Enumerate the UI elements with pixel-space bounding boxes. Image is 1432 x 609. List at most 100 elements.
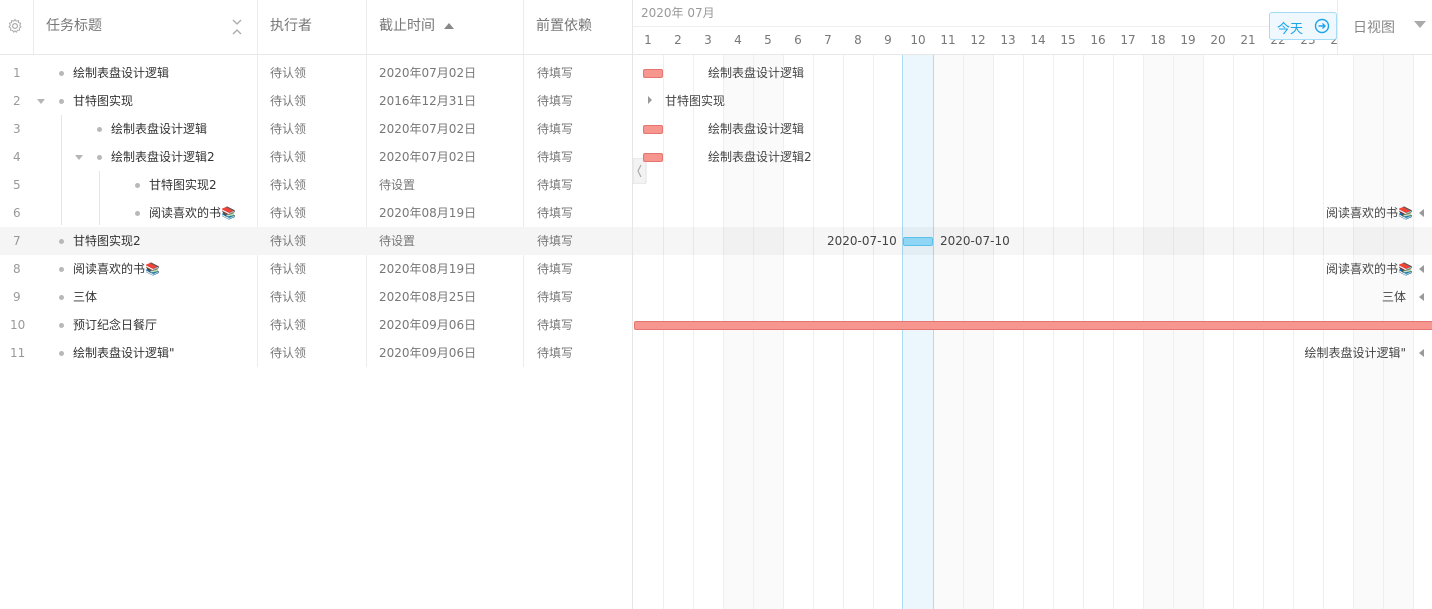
table-row[interactable]: 2 甘特图实现 待认领 2016年12月31日 待填写 <box>0 87 632 115</box>
deadline[interactable]: 2020年08月19日 <box>379 199 476 227</box>
assignee[interactable]: 待认领 <box>270 339 306 367</box>
day-cell: 10 <box>910 33 926 47</box>
table-row[interactable]: 3 绘制表盘设计逻辑 待认领 2020年07月02日 待填写 <box>0 115 632 143</box>
table-row[interactable]: 9 三体 待认领 2020年08月25日 待填写 <box>0 283 632 311</box>
assignee[interactable]: 待认领 <box>270 171 306 199</box>
offscreen-arrow-icon[interactable] <box>1419 265 1424 273</box>
dependency[interactable]: 待填写 <box>537 283 573 311</box>
task-title[interactable]: 阅读喜欢的书📚 <box>73 255 160 283</box>
assignee[interactable]: 待认领 <box>270 87 306 115</box>
task-title[interactable]: 绘制表盘设计逻辑 <box>73 59 169 87</box>
expand-toggle-icon[interactable] <box>75 155 83 160</box>
view-selector[interactable]: 日视图 <box>1337 0 1432 54</box>
day-cell: 8 <box>854 33 862 47</box>
assignee[interactable]: 待认领 <box>270 283 306 311</box>
month-label: 2020年 07月 <box>641 6 715 20</box>
expand-toggle-icon[interactable] <box>37 99 45 104</box>
bar-label: 绘制表盘设计逻辑2 <box>708 150 812 164</box>
assignee[interactable]: 待认领 <box>270 143 306 171</box>
grid-line <box>1383 26 1384 609</box>
dependency[interactable]: 待填写 <box>537 199 573 227</box>
day-cell: 15 <box>1060 33 1076 47</box>
deadline[interactable]: 待设置 <box>379 227 415 255</box>
assignee[interactable]: 待认领 <box>270 311 306 339</box>
deadline[interactable]: 2020年07月02日 <box>379 115 476 143</box>
deadline[interactable]: 2020年08月25日 <box>379 283 476 311</box>
row-number: 1 <box>13 66 21 80</box>
table-row[interactable]: 1 绘制表盘设计逻辑 待认领 2020年07月02日 待填写 <box>0 59 632 87</box>
settings-icon[interactable] <box>7 18 23 34</box>
today-button[interactable]: 今天 <box>1269 12 1337 40</box>
dependency[interactable]: 待填写 <box>537 59 573 87</box>
table-row[interactable]: 6 阅读喜欢的书📚 待认领 2020年08月19日 待填写 <box>0 199 632 227</box>
dependency[interactable]: 待填写 <box>537 171 573 199</box>
offscreen-arrow-icon[interactable] <box>1419 293 1424 301</box>
bullet-icon <box>135 183 140 188</box>
dependency[interactable]: 待填写 <box>537 311 573 339</box>
deadline[interactable]: 2020年09月06日 <box>379 311 476 339</box>
table-row[interactable]: 5 甘特图实现2 待认领 待设置 待填写 <box>0 171 632 199</box>
task-title[interactable]: 预订纪念日餐厅 <box>73 311 157 339</box>
assignee[interactable]: 待认领 <box>270 227 306 255</box>
bar-label: 阅读喜欢的书📚 <box>1326 262 1413 276</box>
task-title[interactable]: 甘特图实现 <box>73 87 133 115</box>
task-bar[interactable] <box>643 69 663 78</box>
deadline[interactable]: 待设置 <box>379 171 415 199</box>
task-title[interactable]: 绘制表盘设计逻辑" <box>73 339 175 367</box>
grid-line <box>783 26 784 609</box>
task-bar[interactable] <box>634 321 1432 330</box>
assignee[interactable]: 待认领 <box>270 199 306 227</box>
deadline[interactable]: 2020年09月06日 <box>379 339 476 367</box>
expand-arrow-icon[interactable] <box>647 96 653 104</box>
task-title[interactable]: 甘特图实现2 <box>149 171 217 199</box>
dependency[interactable]: 待填写 <box>537 339 573 367</box>
day-cell: 4 <box>734 33 742 47</box>
bullet-icon <box>59 239 64 244</box>
day-cell: 7 <box>824 33 832 47</box>
deadline[interactable]: 2016年12月31日 <box>379 87 476 115</box>
header-dependency[interactable]: 前置依赖 <box>536 0 592 54</box>
day-cell: 9 <box>884 33 892 47</box>
collapse-all-icon[interactable] <box>231 19 243 35</box>
sort-asc-icon[interactable] <box>444 22 454 30</box>
deadline[interactable]: 2020年07月02日 <box>379 143 476 171</box>
col-divider <box>33 0 34 54</box>
task-title[interactable]: 三体 <box>73 283 97 311</box>
dependency[interactable]: 待填写 <box>537 87 573 115</box>
header-task-title[interactable]: 任务标题 <box>46 0 102 54</box>
offscreen-arrow-icon[interactable] <box>1419 349 1424 357</box>
grid-line <box>1143 26 1144 609</box>
grid-line <box>1023 26 1024 609</box>
table-row[interactable]: 8 阅读喜欢的书📚 待认领 2020年08月19日 待填写 <box>0 255 632 283</box>
dependency[interactable]: 待填写 <box>537 227 573 255</box>
deadline[interactable]: 2020年08月19日 <box>379 255 476 283</box>
assignee[interactable]: 待认领 <box>270 59 306 87</box>
dependency[interactable]: 待填写 <box>537 143 573 171</box>
assignee[interactable]: 待认领 <box>270 115 306 143</box>
table-row[interactable]: 7 甘特图实现2 待认领 待设置 待填写 <box>0 227 632 255</box>
task-bar-selected[interactable] <box>903 237 933 246</box>
task-title[interactable]: 绘制表盘设计逻辑2 <box>111 143 215 171</box>
table-row[interactable]: 10 预订纪念日餐厅 待认领 2020年09月06日 待填写 <box>0 311 632 339</box>
table-header: 任务标题 执行者 截止时间 前置依赖 <box>0 0 632 55</box>
table-row[interactable]: 11 绘制表盘设计逻辑" 待认领 2020年09月06日 待填写 <box>0 339 632 367</box>
grid-line <box>753 26 754 609</box>
bar-start-date: 2020-07-10 <box>827 234 897 248</box>
dependency[interactable]: 待填写 <box>537 255 573 283</box>
grid-line <box>663 26 664 609</box>
bullet-icon <box>59 351 64 356</box>
task-title[interactable]: 绘制表盘设计逻辑 <box>111 115 207 143</box>
day-cell: 16 <box>1090 33 1106 47</box>
assignee[interactable]: 待认领 <box>270 255 306 283</box>
deadline[interactable]: 2020年07月02日 <box>379 59 476 87</box>
task-title[interactable]: 甘特图实现2 <box>73 227 141 255</box>
task-title[interactable]: 阅读喜欢的书📚 <box>149 199 236 227</box>
header-deadline[interactable]: 截止时间 <box>379 0 435 54</box>
header-assignee[interactable]: 执行者 <box>270 0 312 54</box>
bar-end-date: 2020-07-10 <box>940 234 1010 248</box>
task-bar[interactable] <box>643 125 663 134</box>
dependency[interactable]: 待填写 <box>537 115 573 143</box>
task-bar[interactable] <box>643 153 663 162</box>
table-row[interactable]: 4 绘制表盘设计逻辑2 待认领 2020年07月02日 待填写 <box>0 143 632 171</box>
offscreen-arrow-icon[interactable] <box>1419 209 1424 217</box>
